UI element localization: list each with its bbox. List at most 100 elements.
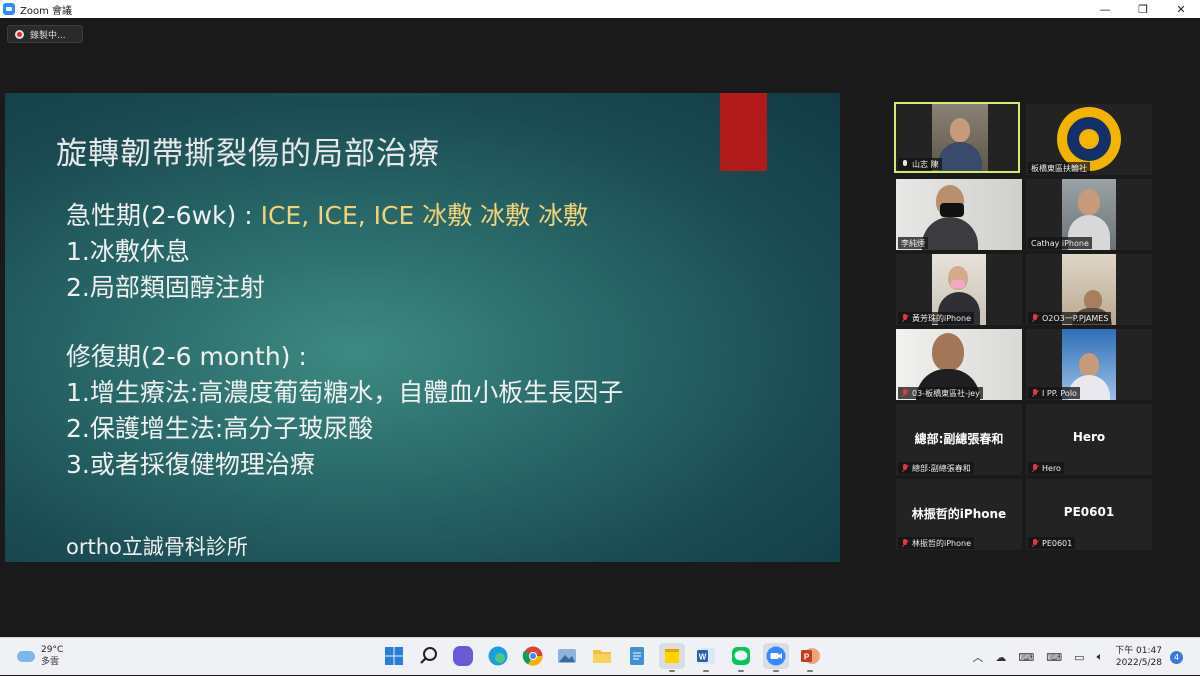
participant-display-name: 林振哲的iPhone <box>911 507 1007 521</box>
shared-screen-slide: 旋轉韌帶撕裂傷的局部治療 急性期(2-6wk) : ICE, ICE, ICE … <box>5 93 840 562</box>
zoom-icon[interactable] <box>762 643 789 672</box>
participant-name: 黃芳珠的iPhone <box>912 313 972 323</box>
participant-name-bar: I PP. Polo <box>1028 387 1080 399</box>
muted-microphone-icon <box>1031 388 1039 398</box>
notification-badge[interactable]: 4 <box>1170 650 1183 664</box>
repair-phase-heading: 修復期(2-6 month) : <box>66 342 307 371</box>
muted-microphone-icon <box>1031 538 1039 548</box>
volume-icon[interactable]: 🔈︎ <box>1097 650 1104 664</box>
edge-icon[interactable] <box>485 643 511 669</box>
svg-text:W: W <box>699 653 707 662</box>
participant-name: 03-板橋東區社-jey <box>912 388 980 398</box>
participant-display-name: PE0601 <box>1063 505 1115 519</box>
system-clock[interactable]: 下午 01:47 2022/5/28 <box>1115 645 1162 669</box>
slide-title: 旋轉韌帶撕裂傷的局部治療 <box>56 136 440 172</box>
participant-tile[interactable]: 山志 陳 <box>894 102 1020 173</box>
participant-name: O2O3一P.PJAMES <box>1042 313 1109 323</box>
participant-tile[interactable]: Hero Hero <box>1026 404 1152 475</box>
search-icon[interactable] <box>416 643 442 669</box>
participant-tile[interactable]: 黃芳珠的iPhone <box>896 254 1022 325</box>
clock-date: 2022/5/28 <box>1115 658 1162 668</box>
chat-icon[interactable] <box>453 646 474 666</box>
participant-name: 板橋東區扶輪社 <box>1031 163 1087 173</box>
minimize-button[interactable]: — <box>1086 0 1124 18</box>
record-icon <box>15 29 24 39</box>
participant-display-name: 總部:副總張春和 <box>914 432 1004 446</box>
participant-tile[interactable]: O2O3一P.PJAMES <box>1026 254 1152 325</box>
participant-tile[interactable]: PE0601 PE0601 <box>1026 479 1152 550</box>
participant-tile[interactable]: Cathay iPhone <box>1026 179 1152 250</box>
svg-text:P: P <box>804 653 810 662</box>
close-button[interactable]: ✕ <box>1162 0 1200 18</box>
participant-name: PE0601 <box>1042 538 1073 548</box>
participant-name: 山志 陳 <box>912 159 939 169</box>
network-icon[interactable]: ▭ <box>1074 651 1084 664</box>
word-icon[interactable]: W <box>693 643 719 672</box>
photos-icon[interactable] <box>554 643 580 669</box>
participant-name-bar: 山志 陳 <box>898 158 942 170</box>
notepad-icon[interactable] <box>624 643 650 669</box>
acute-phase-accent: ICE, ICE, ICE 冰敷 冰敷 冰敷 <box>260 201 589 230</box>
weather-widget[interactable]: 29°C 多雲 <box>17 644 63 668</box>
participant-name: 林振哲的iPhone <box>912 538 972 548</box>
participant-name-bar: O2O3一P.PJAMES <box>1028 312 1112 324</box>
participant-tile[interactable]: I PP. Polo <box>1026 329 1152 400</box>
repair-item: 1.增生療法:高濃度葡萄糖水，自體血小板生長因子 <box>66 378 624 407</box>
microphone-icon <box>901 159 909 169</box>
participant-tile[interactable]: 總部:副總張春和 總部:副總張春和 <box>896 404 1022 475</box>
restore-button[interactable]: ❐ <box>1124 0 1162 18</box>
powerpoint-icon[interactable]: P <box>797 643 823 672</box>
participant-name-bar: 總部:副總張春和 <box>898 462 974 474</box>
cloud-icon <box>17 650 35 662</box>
window-title-bar: Zoom 會議 — ❐ ✕ <box>0 0 1200 18</box>
acute-phase-line: 急性期(2-6wk) : ICE, ICE, ICE 冰敷 冰敷 冰敷 <box>66 196 588 232</box>
keyboard-layout-icon[interactable]: ⌨ <box>1018 651 1034 664</box>
zoom-app-icon <box>3 3 15 15</box>
clock-time: 下午 01:47 <box>1115 646 1162 656</box>
participant-tile[interactable]: 03-板橋東區社-jey <box>896 329 1022 400</box>
muted-microphone-icon <box>1031 313 1039 323</box>
participant-name: 總部:副總張春和 <box>912 463 971 473</box>
weather-condition: 多雲 <box>41 657 60 667</box>
participant-tile[interactable]: 林振哲的iPhone 林振哲的iPhone <box>896 479 1022 550</box>
sticky-notes-icon[interactable] <box>658 643 685 672</box>
input-method-icon[interactable]: ⌨ <box>1046 651 1062 664</box>
participant-name: 李純煙 <box>901 238 925 248</box>
participant-name-bar: PE0601 <box>1028 537 1076 549</box>
participant-tile[interactable]: 李純煙 <box>896 179 1022 250</box>
participant-name-bar: 李純煙 <box>898 237 928 249</box>
participant-tile[interactable]: 板橋東區扶輪社 <box>1026 104 1152 175</box>
acute-phase-label: 急性期(2-6wk) : <box>66 201 261 230</box>
muted-microphone-icon <box>901 463 909 473</box>
clinic-name: ortho立誠骨科診所 <box>66 535 248 559</box>
line-icon[interactable] <box>728 643 754 672</box>
repair-item: 2.保護增生法:高分子玻尿酸 <box>66 414 374 443</box>
participant-name-bar: 03-板橋東區社-jey <box>898 387 983 399</box>
slide-red-tab <box>720 93 767 171</box>
repair-item: 3.或者採復健物理治療 <box>66 450 315 479</box>
recording-label: 錄製中... <box>30 30 66 41</box>
acute-item: 1.冰敷休息 <box>66 237 190 266</box>
system-tray: ︿ ☁ ⌨ ⌨ ▭ 🔈︎ 下午 01:47 2022/5/28 4 <box>972 638 1200 676</box>
participant-name: Cathay iPhone <box>1031 238 1089 248</box>
chevron-up-icon[interactable]: ︿ <box>972 649 983 665</box>
participant-display-name: Hero <box>1072 430 1106 444</box>
participant-name-bar: Cathay iPhone <box>1028 237 1092 249</box>
acute-item: 2.局部類固醇注射 <box>66 273 265 302</box>
participant-name-bar: Hero <box>1028 462 1064 474</box>
onedrive-cloud-icon[interactable]: ☁ <box>995 651 1006 664</box>
participant-name-bar: 林振哲的iPhone <box>898 537 975 549</box>
windows-taskbar: 29°C 多雲 W P ︿ ☁ ⌨ ⌨ ▭ 🔈︎ 下午 01:47 2022/5… <box>0 637 1200 675</box>
window-title: Zoom 會議 <box>20 5 73 17</box>
muted-microphone-icon <box>901 538 909 548</box>
start-icon[interactable] <box>381 643 407 669</box>
weather-temperature: 29°C <box>41 645 64 655</box>
recording-indicator[interactable]: 錄製中... <box>7 25 83 43</box>
chrome-icon[interactable] <box>520 643 546 669</box>
participant-name: I PP. Polo <box>1042 388 1077 398</box>
file-explorer-icon[interactable] <box>589 643 615 669</box>
muted-microphone-icon <box>1031 463 1039 473</box>
muted-microphone-icon <box>901 388 909 398</box>
participant-name-bar: 黃芳珠的iPhone <box>898 312 975 324</box>
participant-name: Hero <box>1042 463 1061 473</box>
